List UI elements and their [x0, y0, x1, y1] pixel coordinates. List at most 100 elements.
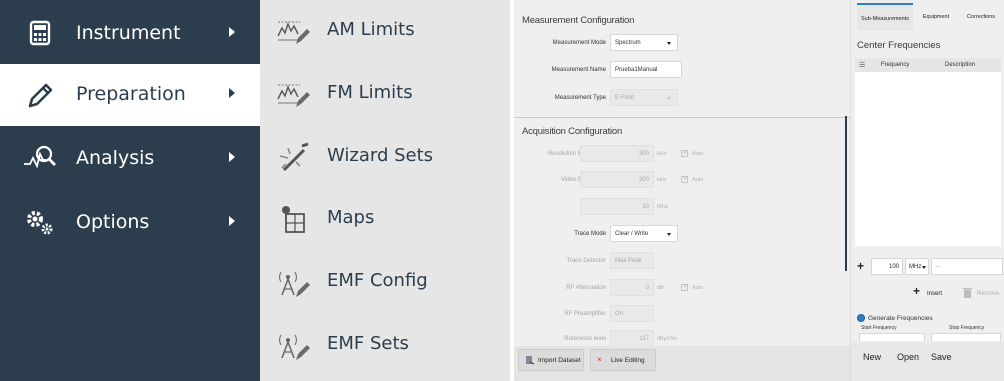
main-nav-menu: Instrument Preparation Analysis Options: [0, 0, 260, 381]
rf-preamplifier-label: RF Preamplifier: [564, 311, 606, 317]
save-button[interactable]: Save: [931, 352, 952, 362]
measurement-name-label: Measurement Name: [551, 67, 606, 73]
live-editing-button[interactable]: × Live Editing: [590, 349, 656, 371]
nav-item-preparation[interactable]: Preparation: [0, 64, 260, 126]
submenu-label: EMF Config: [327, 270, 428, 291]
rbw-auto-checkbox[interactable]: ✓: [681, 150, 688, 157]
generate-frequencies-radio[interactable]: [857, 314, 865, 322]
check-icon: ✓: [683, 284, 689, 290]
nav-item-instrument[interactable]: Instrument: [0, 3, 260, 64]
span-value: 10: [642, 204, 649, 210]
gears-icon: [27, 211, 53, 235]
frequency-unit-select[interactable]: MHz: [905, 258, 929, 275]
rf-attenuation-unit: dB: [657, 285, 664, 291]
nav-item-analysis[interactable]: Analysis: [0, 128, 260, 189]
frequency-unit-value: MHz: [909, 264, 922, 270]
submenu-item-emf-sets[interactable]: EMF Sets: [260, 318, 510, 381]
measurement-name-value: Prueba1Manual: [615, 67, 658, 73]
submenu-label: EMF Sets: [327, 333, 409, 354]
submenu-item-am-limits[interactable]: AM Limits: [260, 4, 510, 67]
nav-item-options[interactable]: Options: [0, 192, 260, 253]
submenu-label: Maps: [327, 207, 375, 228]
measurement-mode-label: Measurement Mode: [552, 40, 606, 46]
measurement-type-value: E-Field: [615, 95, 635, 101]
tab-label: Sub-Measurements: [861, 16, 909, 22]
measurement-config-title: Measurement Configuration: [522, 15, 635, 26]
config-scrollbar[interactable]: [845, 116, 847, 271]
column-header-frequency[interactable]: Frequency: [881, 62, 909, 68]
nav-label-options: Options: [76, 211, 150, 233]
chevron-down-icon: [667, 233, 671, 236]
antenna-pencil-icon: [278, 334, 310, 360]
tab-label: Equipment: [922, 14, 950, 20]
chevron-right-icon: [229, 152, 235, 162]
start-frequency-input[interactable]: [859, 333, 925, 341]
import-dataset-label: Import Dataset: [538, 357, 581, 364]
measurement-name-input[interactable]: Prueba1Manual: [610, 61, 682, 78]
column-header-description[interactable]: Description: [945, 62, 975, 68]
chevron-right-icon: [229, 216, 235, 226]
list-icon: ☰: [859, 62, 866, 69]
am-limits-icon: [277, 21, 310, 44]
wizard-icon: [279, 142, 309, 172]
atten-auto-checkbox[interactable]: ✓: [681, 284, 688, 291]
acquisition-config-title: Acquisition Configuration: [522, 126, 623, 137]
instrument-icon: [29, 20, 51, 46]
vbw-input[interactable]: 300: [580, 171, 654, 188]
rf-preamplifier-select[interactable]: On: [610, 305, 654, 322]
trace-mode-value: Clear / Write: [615, 231, 649, 237]
chevron-right-icon: [229, 27, 235, 37]
center-frequencies-title: Center Frequencies: [857, 40, 941, 51]
reference-level-unit: dBµV/m: [657, 336, 677, 342]
submenu-label: Wizard Sets: [327, 145, 434, 166]
open-button[interactable]: Open: [897, 352, 919, 362]
trace-detector-select[interactable]: Max Peak: [610, 252, 654, 269]
submenu-item-maps[interactable]: Maps: [260, 192, 510, 255]
frequency-input-value: 100: [888, 264, 899, 270]
import-icon: [526, 356, 535, 365]
submenu-label: FM Limits: [327, 82, 413, 103]
nav-label-instrument: Instrument: [76, 22, 181, 44]
rf-attenuation-input[interactable]: 0: [610, 279, 654, 296]
submenu-item-emf-config[interactable]: EMF Config: [260, 255, 510, 318]
tab-sub-measurements[interactable]: Sub-Measurements: [857, 3, 913, 31]
frequency-input[interactable]: 100: [871, 258, 903, 275]
more-text: ···: [935, 264, 941, 270]
tab-equipment[interactable]: Equipment: [915, 3, 957, 31]
trash-icon: [963, 288, 972, 298]
measurement-mode-select[interactable]: Spectrum: [610, 34, 678, 51]
span-input[interactable]: 10: [580, 198, 654, 215]
reference-level-label: Reference level: [564, 336, 606, 342]
submenu-item-fm-limits[interactable]: FM Limits: [260, 67, 510, 130]
reference-level-input[interactable]: 117: [610, 330, 654, 347]
rbw-auto-label: Auto: [692, 151, 704, 157]
measurement-mode-value: Spectrum: [615, 40, 641, 46]
frequency-list[interactable]: [855, 72, 1001, 246]
submenu-label: AM Limits: [327, 19, 415, 40]
chevron-down-icon: [667, 97, 671, 100]
pencil-icon: [28, 83, 53, 108]
frequency-description-input[interactable]: ···: [931, 258, 1003, 275]
add-frequency-row: + 100 MHz ···: [851, 256, 1004, 278]
span-unit: MHz: [657, 204, 669, 210]
generate-frequencies-label: Generate Frequencies: [868, 315, 933, 322]
tab-corrections[interactable]: Corrections: [959, 3, 1003, 31]
remove-button[interactable]: Remove: [963, 286, 1003, 302]
measurement-type-select[interactable]: E-Field: [610, 89, 678, 106]
insert-button[interactable]: + Insert: [913, 284, 957, 302]
rbw-unit: kHz: [657, 151, 667, 157]
vbw-auto-checkbox[interactable]: ✓: [681, 176, 688, 183]
rf-attenuation-value: 0: [645, 285, 649, 291]
import-dataset-button[interactable]: Import Dataset: [518, 349, 584, 371]
check-icon: ✓: [683, 176, 689, 182]
trace-detector-label: Trace Detector: [566, 258, 606, 264]
rbw-input[interactable]: 300: [580, 145, 654, 162]
add-icon[interactable]: +: [857, 259, 864, 273]
new-button[interactable]: New: [863, 352, 881, 362]
rf-attenuation-label: RF Attenuation: [566, 285, 606, 291]
section-divider: [514, 117, 850, 118]
trace-mode-label: Trace Mode: [574, 231, 606, 237]
submenu-item-wizard-sets[interactable]: Wizard Sets: [260, 130, 510, 193]
stop-frequency-input[interactable]: [931, 333, 1001, 341]
trace-mode-select[interactable]: Clear / Write: [610, 225, 678, 242]
